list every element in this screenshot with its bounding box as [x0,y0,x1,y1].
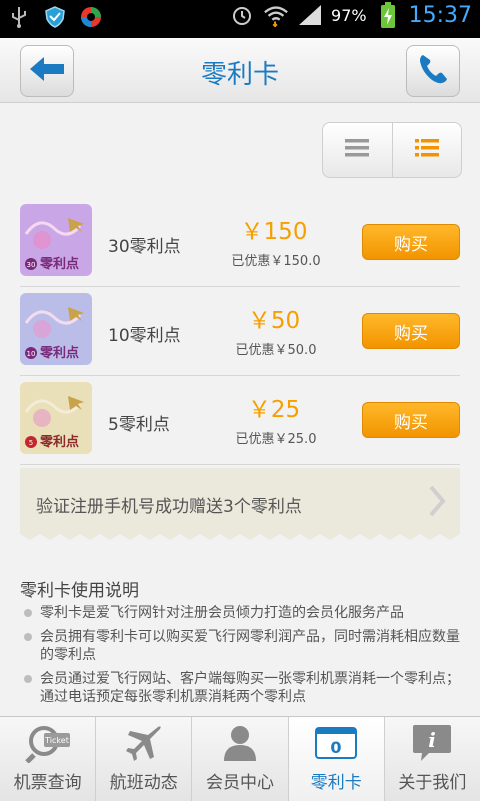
battery-percent: 97% [331,5,367,25]
status-bar: 97% 15:37 [0,0,480,38]
card-saved: 已优惠￥50.0 [235,343,317,358]
app-icon [78,4,104,30]
tab-label: 会员中心 [206,773,274,793]
buy-button[interactable]: 购买 [362,313,460,349]
badge-number: 30 [27,261,36,269]
signal-icon [297,2,323,28]
chevron-right-icon [428,484,446,522]
tab-label: 零利卡 [310,773,362,793]
badge-text: 零利点 [39,256,79,272]
list-item: 5 零利点 5零利点 ￥25 已优惠￥25.0 购买 [20,376,460,465]
shield-icon [42,4,68,30]
ticket-search-icon: Ticket [24,723,72,767]
svg-text:i: i [429,728,437,752]
view-toggle [322,122,462,178]
description-text: 会员拥有零利卡可以购买爱飞行网零利润产品，同时需消耗相应数量的零利点 [40,629,460,663]
badge-text: 零利点 [39,434,79,450]
badge-text: 零利点 [39,345,79,361]
badge-number: 10 [27,350,36,358]
card-price: ￥150 [240,219,308,245]
bullet-icon [24,609,32,617]
description-title: 零利卡使用说明 [20,581,139,601]
card-saved: 已优惠￥25.0 [235,432,317,447]
buy-button[interactable]: 购买 [362,402,460,438]
description-item: 会员拥有零利卡可以购买爱飞行网零利润产品，同时需消耗相应数量的零利点 [20,628,460,664]
battery-icon [375,2,401,28]
card-saved: 已优惠￥150.0 [231,254,321,269]
plane-icon [124,723,164,767]
call-button[interactable] [406,45,460,97]
bullet-icon [24,675,32,683]
list-item: 10 零利点 10零利点 ￥50 已优惠￥50.0 购买 [20,287,460,376]
promo-text: 验证注册手机号成功赠送3个零利点 [36,497,302,517]
description-item: 零利卡是爱飞行网针对注册会员倾力打造的会员化服务产品 [20,604,460,622]
list-item: 30 零利点 30零利点 ￥150 已优惠￥150.0 购买 [20,198,460,287]
card-icon: 0 [315,727,358,763]
phone-icon [416,52,450,90]
torn-edge [20,532,460,540]
tab-label: 机票查询 [13,773,82,793]
svg-text:0: 0 [331,738,342,757]
badge-number: 5 [29,439,33,447]
info-icon: i [411,723,453,767]
bottom-tab-bar: Ticket 机票查询 航班动态 会员中心 0 零利卡 i 关于我们 [0,716,480,801]
person-icon [220,723,260,767]
clock: 15:37 [408,2,472,28]
svg-text:Ticket: Ticket [44,736,69,745]
tab-member-center[interactable]: 会员中心 [192,717,289,801]
plain-list-view-button[interactable] [323,123,392,177]
card-thumbnail: 5 零利点 [20,382,92,454]
card-thumbnail: 30 零利点 [20,204,92,276]
tab-label: 关于我们 [398,773,467,793]
description-text: 会员通过爱飞行网站、客户端每购买一张零利机票消耗一个零利点；通过电话预定每张零利… [40,671,460,705]
list-detail-icon [414,138,439,162]
tab-flight-status[interactable]: 航班动态 [96,717,193,801]
card-list: 30 零利点 30零利点 ￥150 已优惠￥150.0 购买 10 零利点 10… [20,198,460,465]
description-item: 会员通过爱飞行网站、客户端每购买一张零利机票消耗一个零利点；通过电话预定每张零利… [20,670,460,706]
bullet-icon [24,633,32,641]
description-text: 零利卡是爱飞行网针对注册会员倾力打造的会员化服务产品 [40,605,404,621]
card-name: 10零利点 [108,326,181,346]
title-bar: 零利卡 [0,38,480,103]
usb-icon [6,4,32,30]
card-name: 30零利点 [108,237,181,257]
promo-banner[interactable]: 验证注册手机号成功赠送3个零利点 [20,468,460,540]
description-list: 零利卡是爱飞行网针对注册会员倾力打造的会员化服务产品 会员拥有零利卡可以购买爱飞… [20,604,460,712]
buy-button[interactable]: 购买 [362,224,460,260]
card-name: 5零利点 [108,415,170,435]
tab-label: 航班动态 [109,773,178,793]
alarm-icon [229,2,255,28]
tab-zero-profit-card[interactable]: 0 零利卡 [288,717,385,801]
tab-ticket-search[interactable]: Ticket 机票查询 [0,717,97,801]
card-thumbnail: 10 零利点 [20,293,92,365]
tab-about-us[interactable]: i 关于我们 [385,717,480,801]
list-plain-icon [345,138,370,162]
card-price: ￥50 [247,308,301,334]
detail-list-view-button[interactable] [391,123,462,177]
card-price: ￥25 [247,397,301,423]
wifi-icon [263,2,289,28]
